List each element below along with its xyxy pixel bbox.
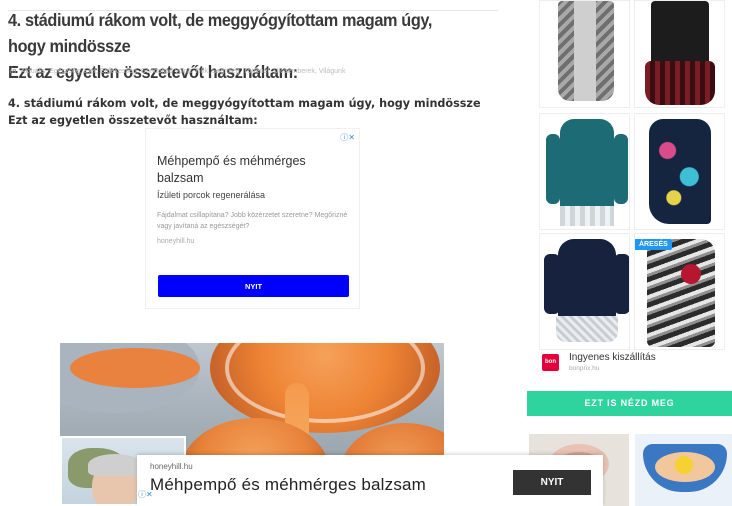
product-tile[interactable] [539, 113, 630, 230]
sponsor-name[interactable]: Ingyenes kiszállítás [569, 352, 656, 363]
ad-choices-icon[interactable]: ⓘ✕ [340, 132, 355, 143]
sponsor-domain: bonprix.hu [569, 365, 600, 372]
sticky-ad-choices-icon[interactable]: ⓘ✕ [138, 491, 153, 499]
sticky-bottom-ad[interactable]: honeyhill.hu Méhpempő és méhmérges balzs… [137, 455, 603, 506]
product-tile[interactable] [634, 0, 725, 108]
sticky-ad-domain: honeyhill.hu [150, 462, 193, 471]
see-also-banner[interactable]: EZT IS NÉZD MEG [527, 391, 732, 416]
product-tile[interactable] [539, 233, 630, 350]
ad-title[interactable]: Méhpempő és méhmérges balzsam [157, 153, 337, 187]
sidebar: ÁRESÉS bon prix Ingyenes kiszállítás bon… [527, 0, 732, 506]
inline-ad[interactable]: ⓘ✕ Méhpempő és méhmérges balzsam Ízületi… [145, 128, 360, 309]
meta-prefix: in [10, 68, 17, 75]
related-thumbnail[interactable] [635, 434, 732, 506]
ad-open-button[interactable]: NYIT [158, 275, 349, 297]
category-links[interactable]: Aktuális, Egészség, Élet, Érdekesség, Go… [21, 68, 346, 75]
sticky-ad-title[interactable]: Méhpempő és méhmérges balzsam [150, 475, 426, 495]
ad-domain: honeyhill.hu [157, 238, 195, 245]
product-tile[interactable]: ÁRESÉS [634, 233, 725, 350]
product-tile[interactable] [539, 0, 630, 108]
ad-subtitle: Ízületi porcok regenerálása [157, 190, 266, 200]
sponsor-line[interactable]: bon prix Ingyenes kiszállítás bonprix.hu [542, 352, 727, 382]
sticky-ad-open-button[interactable]: NYIT [513, 470, 591, 495]
article-lead: 4. stádiumú rákom volt, de meggyógyított… [8, 97, 481, 127]
category-meta: in Aktuális, Egészség, Élet, Érdekesség,… [10, 68, 345, 75]
product-tile[interactable] [634, 113, 725, 230]
article-title-line1: 4. stádiumú rákom volt, de meggyógyított… [8, 10, 433, 56]
bonprix-logo: bon prix [542, 354, 559, 382]
price-drop-badge: ÁRESÉS [635, 239, 672, 250]
ad-body: Fájdalmat csillapítana? Jobb közérzetet … [157, 212, 348, 230]
